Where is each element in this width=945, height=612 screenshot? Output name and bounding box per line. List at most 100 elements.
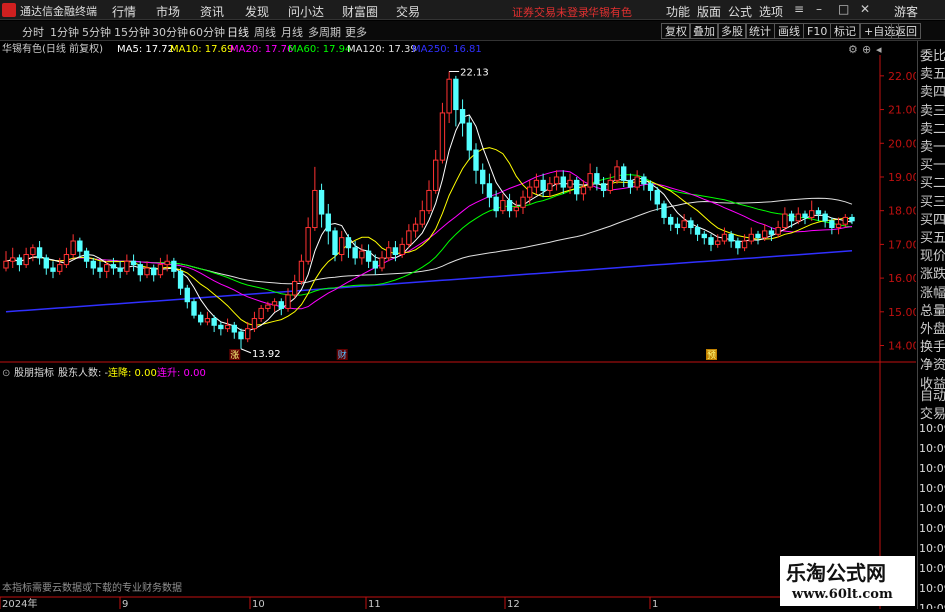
candle-body[interactable]	[788, 213, 795, 222]
candle-body[interactable]	[124, 260, 130, 272]
candle-body[interactable]	[224, 324, 231, 330]
candle-body[interactable]	[258, 307, 264, 320]
candle-body[interactable]	[16, 257, 23, 266]
candle-body[interactable]	[654, 189, 660, 205]
candle-body[interactable]	[379, 257, 385, 269]
candle-body[interactable]	[386, 247, 392, 259]
candle-body[interactable]	[191, 301, 197, 316]
candle-body[interactable]	[318, 189, 325, 215]
candle-body[interactable]	[513, 206, 519, 212]
candle-body[interactable]	[157, 264, 164, 276]
candle-body[interactable]	[567, 179, 573, 188]
candle-body[interactable]	[433, 159, 439, 191]
candle-body[interactable]	[406, 230, 412, 245]
candle-body[interactable]	[292, 280, 298, 296]
candle-body[interactable]	[43, 257, 49, 269]
candle-body[interactable]	[339, 237, 345, 256]
candle-body[interactable]	[728, 233, 734, 242]
candle-body[interactable]	[500, 200, 506, 212]
period-60min[interactable]: 60分钟	[189, 24, 225, 40]
candle-body[interactable]	[540, 179, 546, 191]
candle-body[interactable]	[446, 78, 452, 114]
candle-body[interactable]	[130, 260, 137, 266]
period-multi[interactable]: 多周期	[308, 24, 341, 40]
chart-area[interactable]: 华锡有色(日线 前复权) MA5: 17.72 MA10: 17.69 MA20…	[0, 41, 920, 610]
candle-body[interactable]	[36, 247, 43, 259]
candle-body[interactable]	[251, 318, 258, 330]
candle-body[interactable]	[419, 210, 425, 225]
candlestick-chart[interactable]: 华锡有色(日线 前复权) MA5: 17.72 MA10: 17.69 MA20…	[0, 41, 920, 610]
candle-body[interactable]	[748, 233, 754, 242]
candle-body[interactable]	[600, 183, 607, 191]
candle-body[interactable]	[621, 166, 627, 181]
candle-body[interactable]	[399, 243, 405, 256]
candle-body[interactable]	[137, 264, 143, 276]
candle-body[interactable]	[453, 78, 459, 111]
candle-body[interactable]	[23, 254, 29, 266]
candle-body[interactable]	[198, 314, 204, 323]
candle-body[interactable]	[809, 210, 815, 218]
period-30min[interactable]: 30分钟	[152, 24, 188, 40]
candle-body[interactable]	[365, 250, 372, 262]
candle-body[interactable]	[647, 183, 654, 191]
candle-body[interactable]	[97, 267, 103, 272]
back-button[interactable]: 返回	[891, 23, 921, 39]
candle-body[interactable]	[701, 233, 707, 239]
candle-body[interactable]	[171, 260, 177, 272]
menu-discover[interactable]: 发现	[245, 3, 269, 20]
candle-body[interactable]	[57, 264, 63, 272]
quote-field-label[interactable]: 自动	[920, 385, 945, 404]
candle-body[interactable]	[694, 227, 701, 235]
adjust-button[interactable]: 复权	[661, 23, 691, 39]
candle-body[interactable]	[493, 196, 499, 212]
candle-body[interactable]	[325, 213, 331, 232]
candle-body[interactable]	[63, 254, 70, 266]
candle-body[interactable]	[480, 169, 486, 185]
period-more[interactable]: 更多	[345, 24, 367, 40]
candle-body[interactable]	[641, 176, 647, 185]
candle-body[interactable]	[278, 301, 284, 309]
candle-body[interactable]	[802, 213, 808, 218]
candle-body[interactable]	[527, 186, 533, 198]
candle-body[interactable]	[735, 240, 741, 249]
candle-body[interactable]	[741, 240, 748, 249]
candle-body[interactable]	[459, 109, 466, 124]
zoom-icon[interactable]: ⊕	[862, 43, 871, 56]
candle-body[interactable]	[332, 230, 338, 256]
period-15min[interactable]: 15分钟	[114, 24, 150, 40]
candle-body[interactable]	[587, 173, 593, 188]
candle-body[interactable]	[506, 200, 513, 212]
candle-body[interactable]	[533, 179, 540, 188]
period-daily[interactable]: 日线	[227, 24, 249, 40]
candle-body[interactable]	[634, 176, 640, 188]
candle-body[interactable]	[815, 210, 822, 215]
menu-options[interactable]: 选项	[759, 3, 783, 20]
candle-body[interactable]	[305, 227, 311, 262]
candle-body[interactable]	[681, 220, 687, 229]
candle-body[interactable]	[842, 216, 848, 225]
minimize-icon[interactable]: –	[816, 2, 822, 16]
candle-body[interactable]	[265, 304, 271, 309]
candle-body[interactable]	[285, 294, 291, 309]
menu-layout[interactable]: 版面	[697, 3, 721, 20]
candle-body[interactable]	[762, 230, 768, 239]
candle-body[interactable]	[594, 173, 600, 185]
candle-body[interactable]	[849, 216, 855, 222]
overlay-button[interactable]: 叠加	[689, 23, 719, 39]
candle-body[interactable]	[110, 264, 117, 269]
maximize-icon[interactable]: □	[838, 2, 849, 16]
menu-news[interactable]: 资讯	[200, 3, 224, 20]
settings-icon[interactable]: ⚙	[848, 43, 858, 56]
candle-body[interactable]	[721, 233, 728, 242]
f10-button[interactable]: F10	[803, 23, 832, 39]
candle-body[interactable]	[439, 112, 446, 161]
draw-line-button[interactable]: 画线	[774, 23, 804, 39]
candle-body[interactable]	[768, 230, 775, 235]
candle-body[interactable]	[661, 203, 667, 218]
candle-body[interactable]	[50, 267, 56, 272]
candle-body[interactable]	[775, 227, 781, 235]
candle-body[interactable]	[184, 287, 190, 303]
candle-body[interactable]	[177, 270, 184, 289]
candle-body[interactable]	[553, 176, 560, 185]
candle-body[interactable]	[574, 179, 580, 195]
